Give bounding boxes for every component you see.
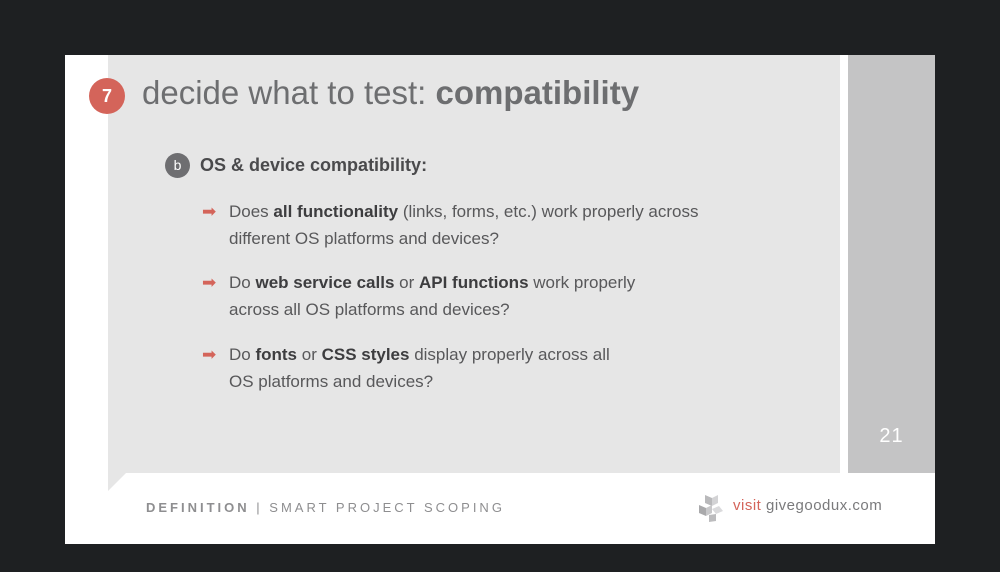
- footer-title: DEFINITION | SMART PROJECT SCOPING: [146, 500, 505, 515]
- slide-title: decide what to test: compatibility: [142, 74, 639, 112]
- site-url: givegoodux.com: [761, 497, 883, 514]
- section-letter-badge: b: [165, 153, 190, 178]
- footer-subtitle: SMART PROJECT SCOPING: [269, 500, 505, 515]
- slide: 21 7 decide what to test: compatibility …: [65, 55, 935, 544]
- section-heading: OS & device compatibility:: [200, 155, 428, 175]
- visit-label: visit: [733, 497, 762, 514]
- footer-site-link[interactable]: visit givegoodux.com: [733, 497, 882, 514]
- bullet-text: Does all functionality (links, forms, et…: [229, 202, 699, 248]
- cube-cluster-icon: [699, 495, 723, 522]
- arrow-right-icon: ➡: [202, 345, 217, 364]
- footer-label: DEFINITION: [146, 500, 250, 515]
- arrow-right-icon: ➡: [202, 273, 217, 292]
- bullet-text: Do fonts or CSS styles display properly …: [229, 345, 610, 391]
- page-number: 21: [879, 425, 904, 447]
- title-prefix: decide what to test:: [142, 74, 436, 111]
- footer-separator: |: [249, 500, 270, 515]
- title-emphasis: compatibility: [435, 74, 640, 111]
- arrow-right-icon: ➡: [202, 202, 217, 221]
- sidebar-strip: [848, 55, 935, 473]
- content-panel: [108, 55, 840, 473]
- bullet-text: Do web service calls or API functions wo…: [229, 273, 636, 319]
- panel-fold-corner: [108, 473, 126, 491]
- step-number-badge: 7: [89, 78, 125, 114]
